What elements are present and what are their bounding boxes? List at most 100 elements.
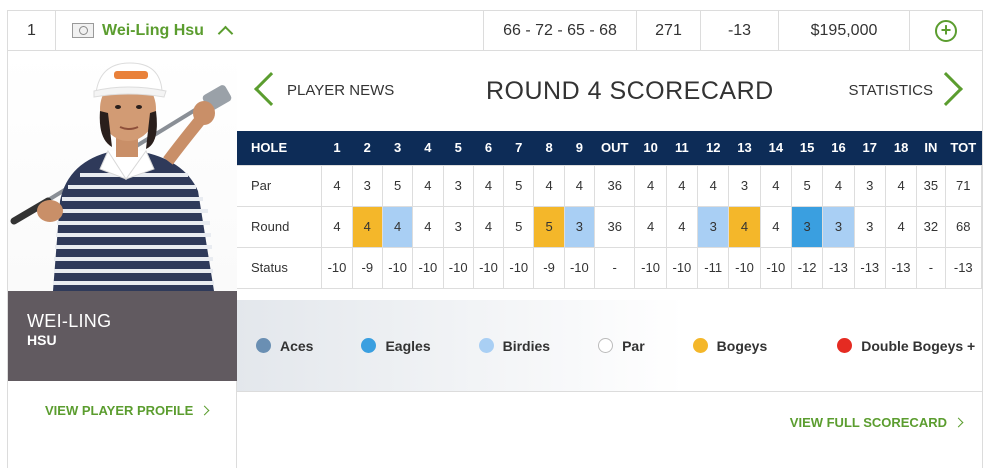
total-score-text: 271	[655, 21, 682, 39]
hole-header: HOLE	[237, 131, 322, 165]
score-cell: 3	[728, 164, 761, 207]
score-cell: 4	[381, 205, 414, 248]
score-cell: 4	[412, 205, 444, 248]
score-cell: -11	[697, 246, 730, 289]
view-player-profile-link[interactable]: VIEW PLAYER PROFILE	[45, 403, 210, 418]
scorecard-row-round: Round 4 4 4 4 3 4 5 5 3 36 4 4 3 4 4 3 3 3 4 32 68	[237, 205, 983, 248]
legend-item: Double Bogeys +	[837, 338, 975, 354]
score-cell: 4	[351, 205, 383, 248]
score-cell: 4	[321, 164, 353, 207]
score-cell: 4	[822, 164, 855, 207]
score-cell: -13	[884, 246, 918, 289]
hole-header-9: 9	[564, 131, 595, 165]
add-favorite-button[interactable]: +	[910, 11, 982, 51]
hole-header-6: 6	[473, 131, 504, 165]
score-cell: 3	[790, 205, 824, 248]
chevron-right-icon	[953, 417, 964, 428]
hole-header-4: 4	[412, 131, 444, 165]
chevron-left-icon[interactable]	[254, 72, 288, 106]
legend-item: Eagles	[361, 338, 431, 354]
legend-label: Aces	[280, 337, 314, 354]
score-cell: -10	[472, 246, 505, 289]
legend-dot-icon	[598, 338, 614, 353]
score-cell: -10	[321, 246, 353, 289]
hole-header-14: 14	[760, 131, 792, 165]
scorecard-title: ROUND 4 SCORECARD	[486, 77, 774, 105]
legend-label: Double Bogeys +	[861, 337, 976, 354]
player-name-link[interactable]: Wei-Ling Hsu	[102, 22, 204, 40]
score-cell: 3	[697, 205, 730, 248]
score-cell: 4	[321, 205, 353, 248]
player-first-name: WEI-LING	[27, 311, 112, 331]
chevron-right-icon	[199, 405, 210, 416]
position: 1	[27, 21, 36, 39]
score-cell: 4	[533, 164, 565, 207]
score-cell: 36	[594, 205, 636, 248]
score-cell: -	[594, 246, 636, 289]
player-last-name: HSU	[27, 332, 57, 348]
next-tab-button[interactable]	[929, 71, 968, 107]
score-cell: -10	[563, 246, 596, 289]
score-cell: 3	[822, 205, 855, 248]
hole-header-11: 11	[666, 131, 698, 165]
score-cell: -10	[381, 246, 414, 289]
score-cell: -13	[853, 246, 886, 289]
score-cell: -10	[503, 246, 535, 289]
score-cell: 5	[503, 164, 535, 207]
score-cell: 4	[665, 164, 699, 207]
score-cell: -12	[790, 246, 824, 289]
player-photo	[8, 51, 237, 291]
player-news-tab[interactable]: PLAYER NEWS	[287, 82, 394, 99]
row-label: Status	[237, 246, 323, 289]
score-cell: -10	[442, 246, 474, 289]
score-cell: 71	[944, 164, 983, 207]
total-score: 271	[637, 10, 701, 51]
score-cell: 4	[697, 164, 730, 207]
earnings-text: $195,000	[810, 21, 878, 39]
score-cell: 5	[503, 205, 535, 248]
position-cell: 1	[8, 10, 56, 51]
score-cell: 3	[351, 164, 383, 207]
score-cell: 4	[665, 205, 699, 248]
view-full-scorecard-link[interactable]: VIEW FULL SCORECARD	[790, 415, 964, 430]
chevron-right-icon[interactable]	[929, 72, 963, 106]
score-cell: 4	[634, 205, 667, 248]
hole-header-10: 10	[634, 131, 667, 165]
score-cell: -13	[822, 246, 855, 289]
legend-dot-icon	[361, 338, 377, 353]
score-cell: 36	[594, 164, 636, 207]
player-name-cell[interactable]: Wei-Ling Hsu	[56, 10, 484, 51]
score-cell: 4	[728, 205, 761, 248]
score-cell: 4	[472, 164, 505, 207]
leaderboard-expanded-card: 1 Wei-Ling Hsu 66 - 72 - 65 - 68 271 -13…	[7, 10, 983, 468]
earnings: $195,000	[779, 10, 910, 51]
score-cell: -	[916, 246, 946, 289]
hole-header-15: 15	[791, 131, 823, 165]
row-label: Round	[237, 205, 323, 248]
hole-header-5: 5	[443, 131, 474, 165]
score-cell: 5	[790, 164, 824, 207]
prev-tab-button[interactable]	[249, 71, 288, 107]
hole-header-2: 2	[352, 131, 383, 165]
score-cell: -10	[728, 246, 761, 289]
score-cell: 4	[634, 164, 667, 207]
score-cell: -13	[944, 246, 983, 289]
score-cell: 68	[944, 205, 983, 248]
score-cell: 3	[853, 164, 886, 207]
plus-circle-icon[interactable]: +	[935, 19, 957, 42]
hole-header-3: 3	[382, 131, 413, 165]
score-cell: 3	[563, 205, 596, 248]
legend-dot-icon	[478, 338, 494, 353]
view-player-profile-label: VIEW PLAYER PROFILE	[45, 403, 194, 418]
score-cell: 4	[884, 205, 918, 248]
country-flag-icon	[72, 23, 94, 38]
leaderboard-row[interactable]: 1 Wei-Ling Hsu 66 - 72 - 65 - 68 271 -13…	[8, 10, 982, 51]
chevron-up-icon[interactable]	[217, 25, 234, 42]
statistics-tab[interactable]: STATISTICS	[849, 82, 933, 99]
score-cell: 3	[442, 164, 474, 207]
score-cell: 4	[412, 164, 444, 207]
legend-dot-icon	[256, 338, 271, 353]
hole-header-8: 8	[533, 131, 565, 165]
legend-item: Bogeys	[692, 338, 767, 354]
score-cell: 4	[563, 164, 596, 207]
